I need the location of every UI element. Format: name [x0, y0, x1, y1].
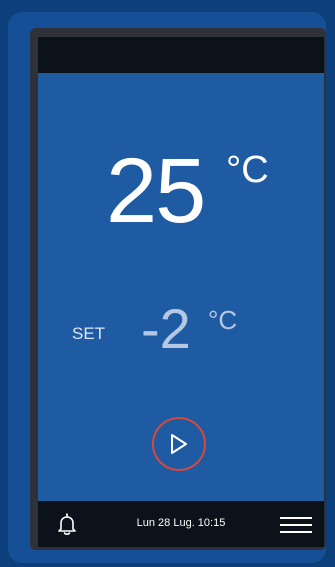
menu-button[interactable]	[280, 515, 312, 535]
menu-line	[280, 531, 312, 533]
top-bar	[38, 37, 324, 73]
bottom-bar: Lun 28 Lug. 10:15	[38, 501, 324, 547]
notifications-button[interactable]	[54, 511, 80, 537]
menu-line	[280, 524, 312, 526]
bell-icon	[58, 513, 76, 535]
datetime: Lun 28 Lug. 10:15	[136, 517, 226, 529]
set-label: SET	[72, 324, 106, 343]
touch-screen: 25 °C SET -2 °C Lun 28 Lug. 10:15	[38, 37, 324, 547]
play-icon	[171, 434, 187, 454]
start-button[interactable]	[152, 417, 206, 471]
hamburger-menu-icon	[280, 517, 312, 519]
set-temperature-unit: °C	[208, 305, 238, 335]
current-temperature-unit: °C	[226, 149, 269, 191]
set-temperature[interactable]: -2	[141, 301, 191, 357]
current-temperature: 25	[106, 140, 206, 242]
